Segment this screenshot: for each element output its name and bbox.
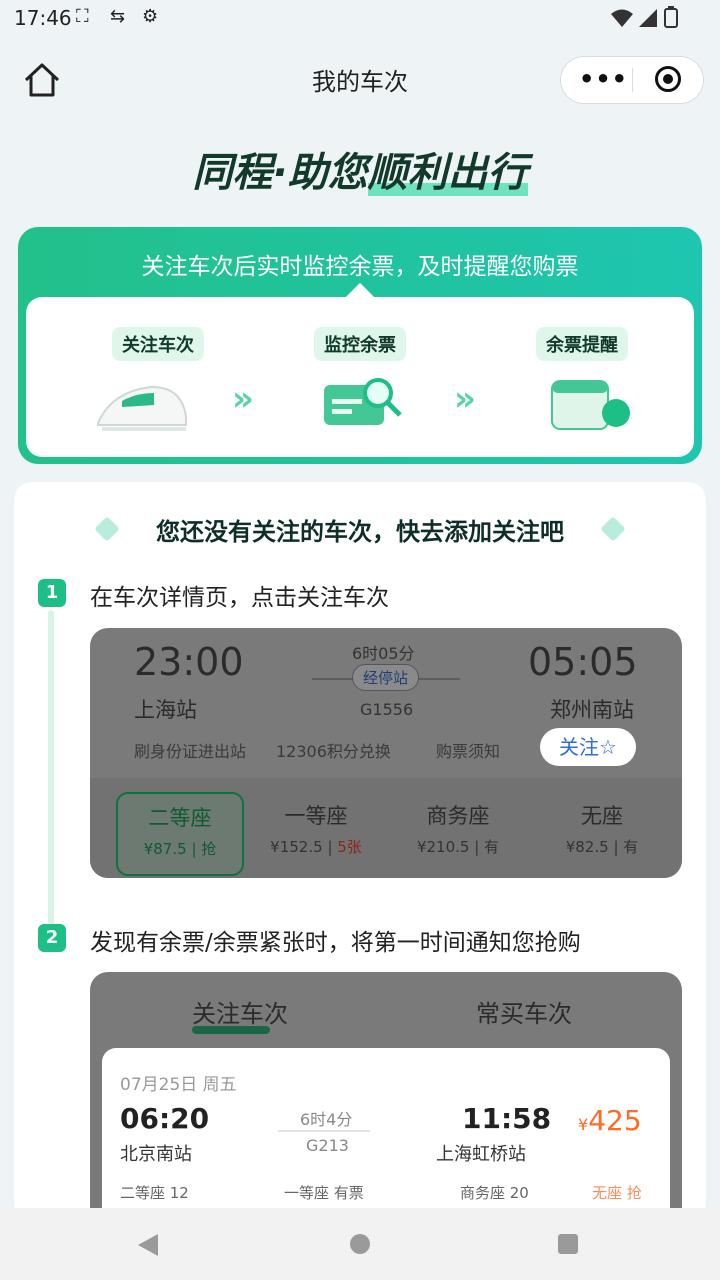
trip-date: 07月25日 周五	[120, 1075, 237, 1095]
currency-symbol: ¥	[578, 1115, 589, 1134]
seat-option-business[interactable]: 商务座 ¥210.5 | 有	[396, 792, 520, 872]
capsule-divider	[632, 68, 633, 92]
status-bar: 17:46 ⛶ ⇆ ⚙	[0, 0, 720, 36]
step-monitor: 监控余票	[290, 327, 430, 361]
gear-icon: ⚙	[142, 6, 159, 27]
ticket-price: ¥425	[578, 1104, 642, 1137]
step2-text: 发现有余票/余票紧张时，将第一时间通知您抢购	[90, 930, 581, 956]
train-item[interactable]: 07月25日 周五 06:20 6时4分 G213 11:58 北京南站 上海虹…	[102, 1048, 670, 1232]
battery-icon	[664, 6, 678, 28]
duration: 6时05分	[352, 644, 415, 663]
seat-price: ¥82.5	[565, 838, 609, 856]
class-availability: 二等座 12	[120, 1184, 189, 1202]
seat-status: 抢	[201, 840, 217, 858]
seat-name: 二等座	[148, 806, 212, 830]
recents-icon[interactable]	[558, 1234, 578, 1254]
promo-headline: 关注车次后实时监控余票，及时提醒您购票	[141, 254, 579, 280]
class-availability: 商务座 20	[460, 1184, 529, 1202]
more-icon[interactable]: •••	[579, 65, 628, 93]
depart-time: 23:00	[134, 640, 244, 684]
info-notice: 购票须知	[436, 742, 501, 761]
duration: 6时4分	[300, 1110, 353, 1129]
train-number: G213	[306, 1136, 349, 1155]
from-station: 上海站	[134, 698, 197, 722]
step-label: 余票提醒	[536, 327, 628, 361]
tab-frequent[interactable]: 常买车次	[476, 994, 572, 1029]
step-number-2: 2	[38, 924, 66, 952]
top-header: 我的车次 •••	[0, 36, 720, 126]
promo-card: 关注车次后实时监控余票，及时提醒您购票 关注车次 » 监控余票 » 余票提醒	[18, 227, 702, 464]
slogan-part1: 同程·助您	[192, 150, 368, 196]
class-availability: 一等座 有票	[284, 1184, 364, 1202]
home-nav-icon[interactable]	[350, 1234, 370, 1254]
train-detail-demo: 23:00 6时05分 经停站 G1556 05:05 上海站 郑州南站 刷身份…	[90, 628, 682, 878]
slogan-part2: 顺利出行	[367, 150, 528, 196]
arrive-time: 05:05	[528, 640, 638, 684]
seat-option-second[interactable]: 二等座 ¥87.5 | 抢	[116, 792, 244, 876]
stop-stations-link[interactable]: 经停站	[352, 664, 420, 691]
seat-name: 一等座	[284, 804, 348, 828]
chevron-right-icon: »	[232, 379, 254, 419]
step1-text: 在车次详情页，点击关注车次	[90, 585, 389, 611]
chevron-right-icon: »	[454, 379, 476, 419]
follow-train-button[interactable]: 关注☆	[540, 728, 636, 766]
shuffle-icon: ⇆	[110, 6, 126, 27]
slogan: 同程·助您顺利出行	[0, 140, 720, 198]
empty-state-card: 您还没有关注的车次，快去添加关注吧 1 在车次详情页，点击关注车次 23:00 …	[14, 482, 706, 1232]
info-id-card: 刷身份证进出站	[134, 742, 247, 761]
info-points: 12306积分兑换	[276, 742, 391, 761]
to-station: 上海虹桥站	[436, 1144, 526, 1165]
seat-selector: 二等座 ¥87.5 | 抢 一等座 ¥152.5 | 5张 商务座 ¥210.5…	[90, 778, 682, 878]
signal-icon	[639, 9, 657, 27]
step-label: 关注车次	[112, 327, 204, 361]
back-icon[interactable]	[138, 1234, 158, 1256]
seat-price: ¥152.5	[270, 838, 323, 856]
notch	[345, 282, 375, 312]
price-value: 425	[588, 1104, 642, 1137]
train-number: G1556	[360, 700, 414, 719]
miniapp-capsule: •••	[560, 56, 704, 104]
close-miniapp-icon[interactable]	[655, 66, 681, 92]
tab-followed[interactable]: 关注车次	[192, 994, 288, 1029]
class-availability: 无座 抢	[592, 1184, 642, 1202]
wifi-icon	[611, 9, 633, 27]
seat-status: 5张	[337, 838, 362, 856]
step-follow: 关注车次	[88, 327, 228, 361]
seat-status: 有	[484, 838, 500, 856]
to-station: 郑州南站	[550, 698, 634, 722]
seat-price: ¥87.5	[143, 840, 187, 858]
from-station: 北京南站	[120, 1144, 192, 1165]
seat-price: ¥210.5	[416, 838, 470, 856]
seat-status: 有	[623, 838, 639, 856]
seat-option-standing[interactable]: 无座 ¥82.5 | 有	[540, 792, 664, 872]
seat-option-first[interactable]: 一等座 ¥152.5 | 5张	[254, 792, 378, 872]
step-label: 监控余票	[314, 327, 406, 361]
seat-name: 商务座	[426, 804, 490, 828]
step-connector	[48, 610, 54, 940]
followed-trains-demo: 关注车次 常买车次 07月25日 周五 06:20 6时4分 G213 11:5…	[90, 972, 682, 1232]
train-icon	[97, 385, 187, 431]
ticket-search-icon	[324, 378, 402, 425]
active-tab-indicator	[192, 1026, 270, 1034]
system-nav-bar	[0, 1208, 720, 1280]
step-remind: 余票提醒	[512, 327, 652, 361]
route-line	[278, 1130, 370, 1132]
status-time: 17:46	[14, 6, 72, 30]
promo-steps: 关注车次 » 监控余票 » 余票提醒	[26, 282, 694, 457]
step-number-1: 1	[38, 579, 66, 607]
arrive-time: 11:58	[462, 1102, 552, 1135]
seat-name: 无座	[581, 804, 623, 828]
calendar-bell-icon	[551, 380, 630, 430]
depart-time: 06:20	[120, 1102, 210, 1135]
cast-icon: ⛶	[76, 6, 89, 27]
